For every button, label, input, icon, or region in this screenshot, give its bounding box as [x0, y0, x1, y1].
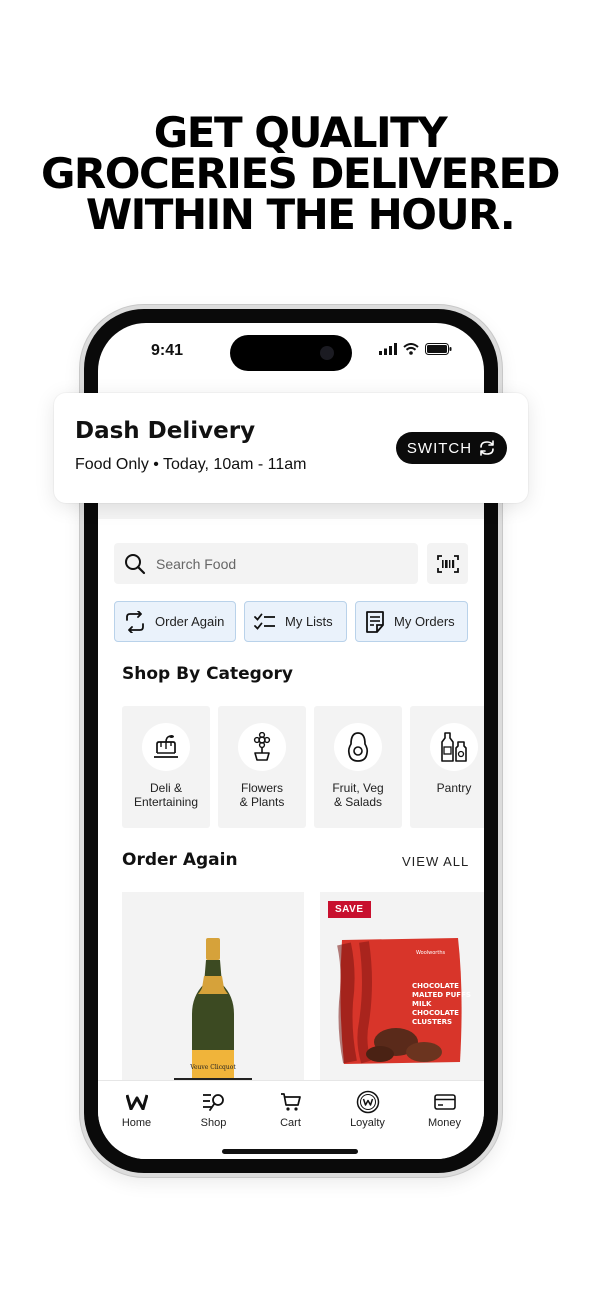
receipt-icon — [366, 610, 384, 633]
loyalty-icon — [356, 1090, 379, 1114]
reorder-icon — [126, 610, 144, 633]
refresh-icon — [480, 440, 494, 456]
nav-money[interactable]: Money — [406, 1081, 483, 1141]
home-indicator — [222, 1149, 358, 1154]
signal-icon — [379, 343, 397, 355]
my-lists-chip[interactable]: My Lists — [244, 601, 347, 642]
shop-by-category-title: Shop By Category — [122, 664, 293, 684]
dynamic-island — [230, 335, 352, 371]
product-card-chocolate[interactable]: CHOCOLATE MALTED PUFFS MILK CHOCOLATE CL… — [320, 892, 484, 1092]
switch-button-label: SWITCH — [406, 439, 473, 457]
home-w-icon — [125, 1094, 148, 1110]
search-input[interactable]: Search Food — [114, 543, 418, 584]
svg-text:MILK: MILK — [412, 1000, 432, 1008]
card-icon — [433, 1094, 456, 1110]
category-fruit-veg[interactable]: Fruit, Veg & Salads — [314, 706, 402, 828]
category-pantry[interactable]: Pantry — [410, 706, 484, 828]
svg-text:CHOCOLATE: CHOCOLATE — [412, 1009, 459, 1017]
status-time: 9:41 — [151, 342, 184, 359]
chocolate-bag-image: CHOCOLATE MALTED PUFFS MILK CHOCOLATE CL… — [337, 938, 471, 1064]
headline-line-3: WITHIN THE HOUR. — [85, 190, 516, 239]
headline-line-1: GET QUALITY — [153, 108, 448, 157]
nav-shop[interactable]: Shop — [175, 1081, 252, 1141]
barcode-scan-button[interactable] — [427, 543, 468, 584]
wifi-icon — [403, 343, 419, 355]
champagne-bottle-image: Veuve Clicquot — [174, 938, 252, 1092]
deli-icon — [154, 735, 178, 758]
svg-text:CHOCOLATE: CHOCOLATE — [412, 982, 459, 990]
nav-money-label: Money — [427, 1117, 462, 1129]
avocado-icon — [347, 732, 369, 762]
nav-loyalty[interactable]: Loyalty — [329, 1081, 406, 1141]
nav-loyalty-label: Loyalty — [350, 1117, 385, 1129]
product-card-champagne[interactable]: Veuve Clicquot — [122, 892, 304, 1092]
delivery-card: Dash Delivery Food Only • Today, 10am - … — [54, 393, 528, 503]
nav-shop-label: Shop — [200, 1117, 227, 1129]
cart-icon — [280, 1093, 301, 1111]
nav-home[interactable]: Home — [98, 1081, 175, 1141]
order-again-title: Order Again — [122, 850, 238, 870]
status-icons — [379, 343, 452, 355]
bottom-nav: Home Shop Cart Loyalty Money — [98, 1080, 484, 1159]
category-pantry-label: Pantry — [436, 781, 472, 795]
barcode-icon — [436, 554, 459, 573]
battery-icon — [425, 343, 452, 355]
svg-text:Veuve Clicquot: Veuve Clicquot — [189, 1064, 236, 1071]
order-again-chip-label: Order Again — [155, 614, 225, 629]
nav-home-label: Home — [121, 1117, 152, 1129]
search-icon — [125, 553, 146, 574]
svg-text:Woolworths: Woolworths — [416, 950, 445, 956]
order-again-chip[interactable]: Order Again — [114, 601, 236, 642]
flower-icon — [253, 732, 271, 761]
category-deli-label: Deli & Entertaining — [133, 781, 199, 809]
nav-cart[interactable]: Cart — [252, 1081, 329, 1141]
content-divider — [98, 501, 484, 519]
my-orders-chip-label: My Orders — [394, 614, 455, 629]
save-badge: SAVE — [328, 901, 371, 918]
checklist-icon — [254, 613, 275, 630]
my-orders-chip[interactable]: My Orders — [355, 601, 468, 642]
category-deli[interactable]: Deli & Entertaining — [122, 706, 210, 828]
shop-search-icon — [202, 1094, 224, 1111]
category-flowers[interactable]: Flowers & Plants — [218, 706, 306, 828]
category-flowers-label: Flowers & Plants — [239, 781, 285, 809]
category-fruit-veg-label: Fruit, Veg & Salads — [332, 781, 384, 809]
bottles-icon — [441, 732, 467, 762]
delivery-subtitle: Food Only • Today, 10am - 11am — [75, 456, 307, 473]
switch-button[interactable]: SWITCH — [396, 432, 507, 464]
search-placeholder: Search Food — [156, 555, 237, 572]
headline-line-2: GROCERIES DELIVERED — [40, 149, 561, 198]
delivery-title: Dash Delivery — [75, 418, 256, 444]
nav-cart-label: Cart — [280, 1117, 301, 1129]
svg-text:CLUSTERS: CLUSTERS — [412, 1018, 452, 1026]
my-lists-chip-label: My Lists — [285, 614, 333, 629]
headline: GET QUALITY GROCERIES DELIVERED WITHIN T… — [0, 108, 600, 239]
svg-text:MALTED PUFFS: MALTED PUFFS — [412, 991, 471, 999]
view-all-link[interactable]: VIEW ALL — [402, 854, 469, 869]
